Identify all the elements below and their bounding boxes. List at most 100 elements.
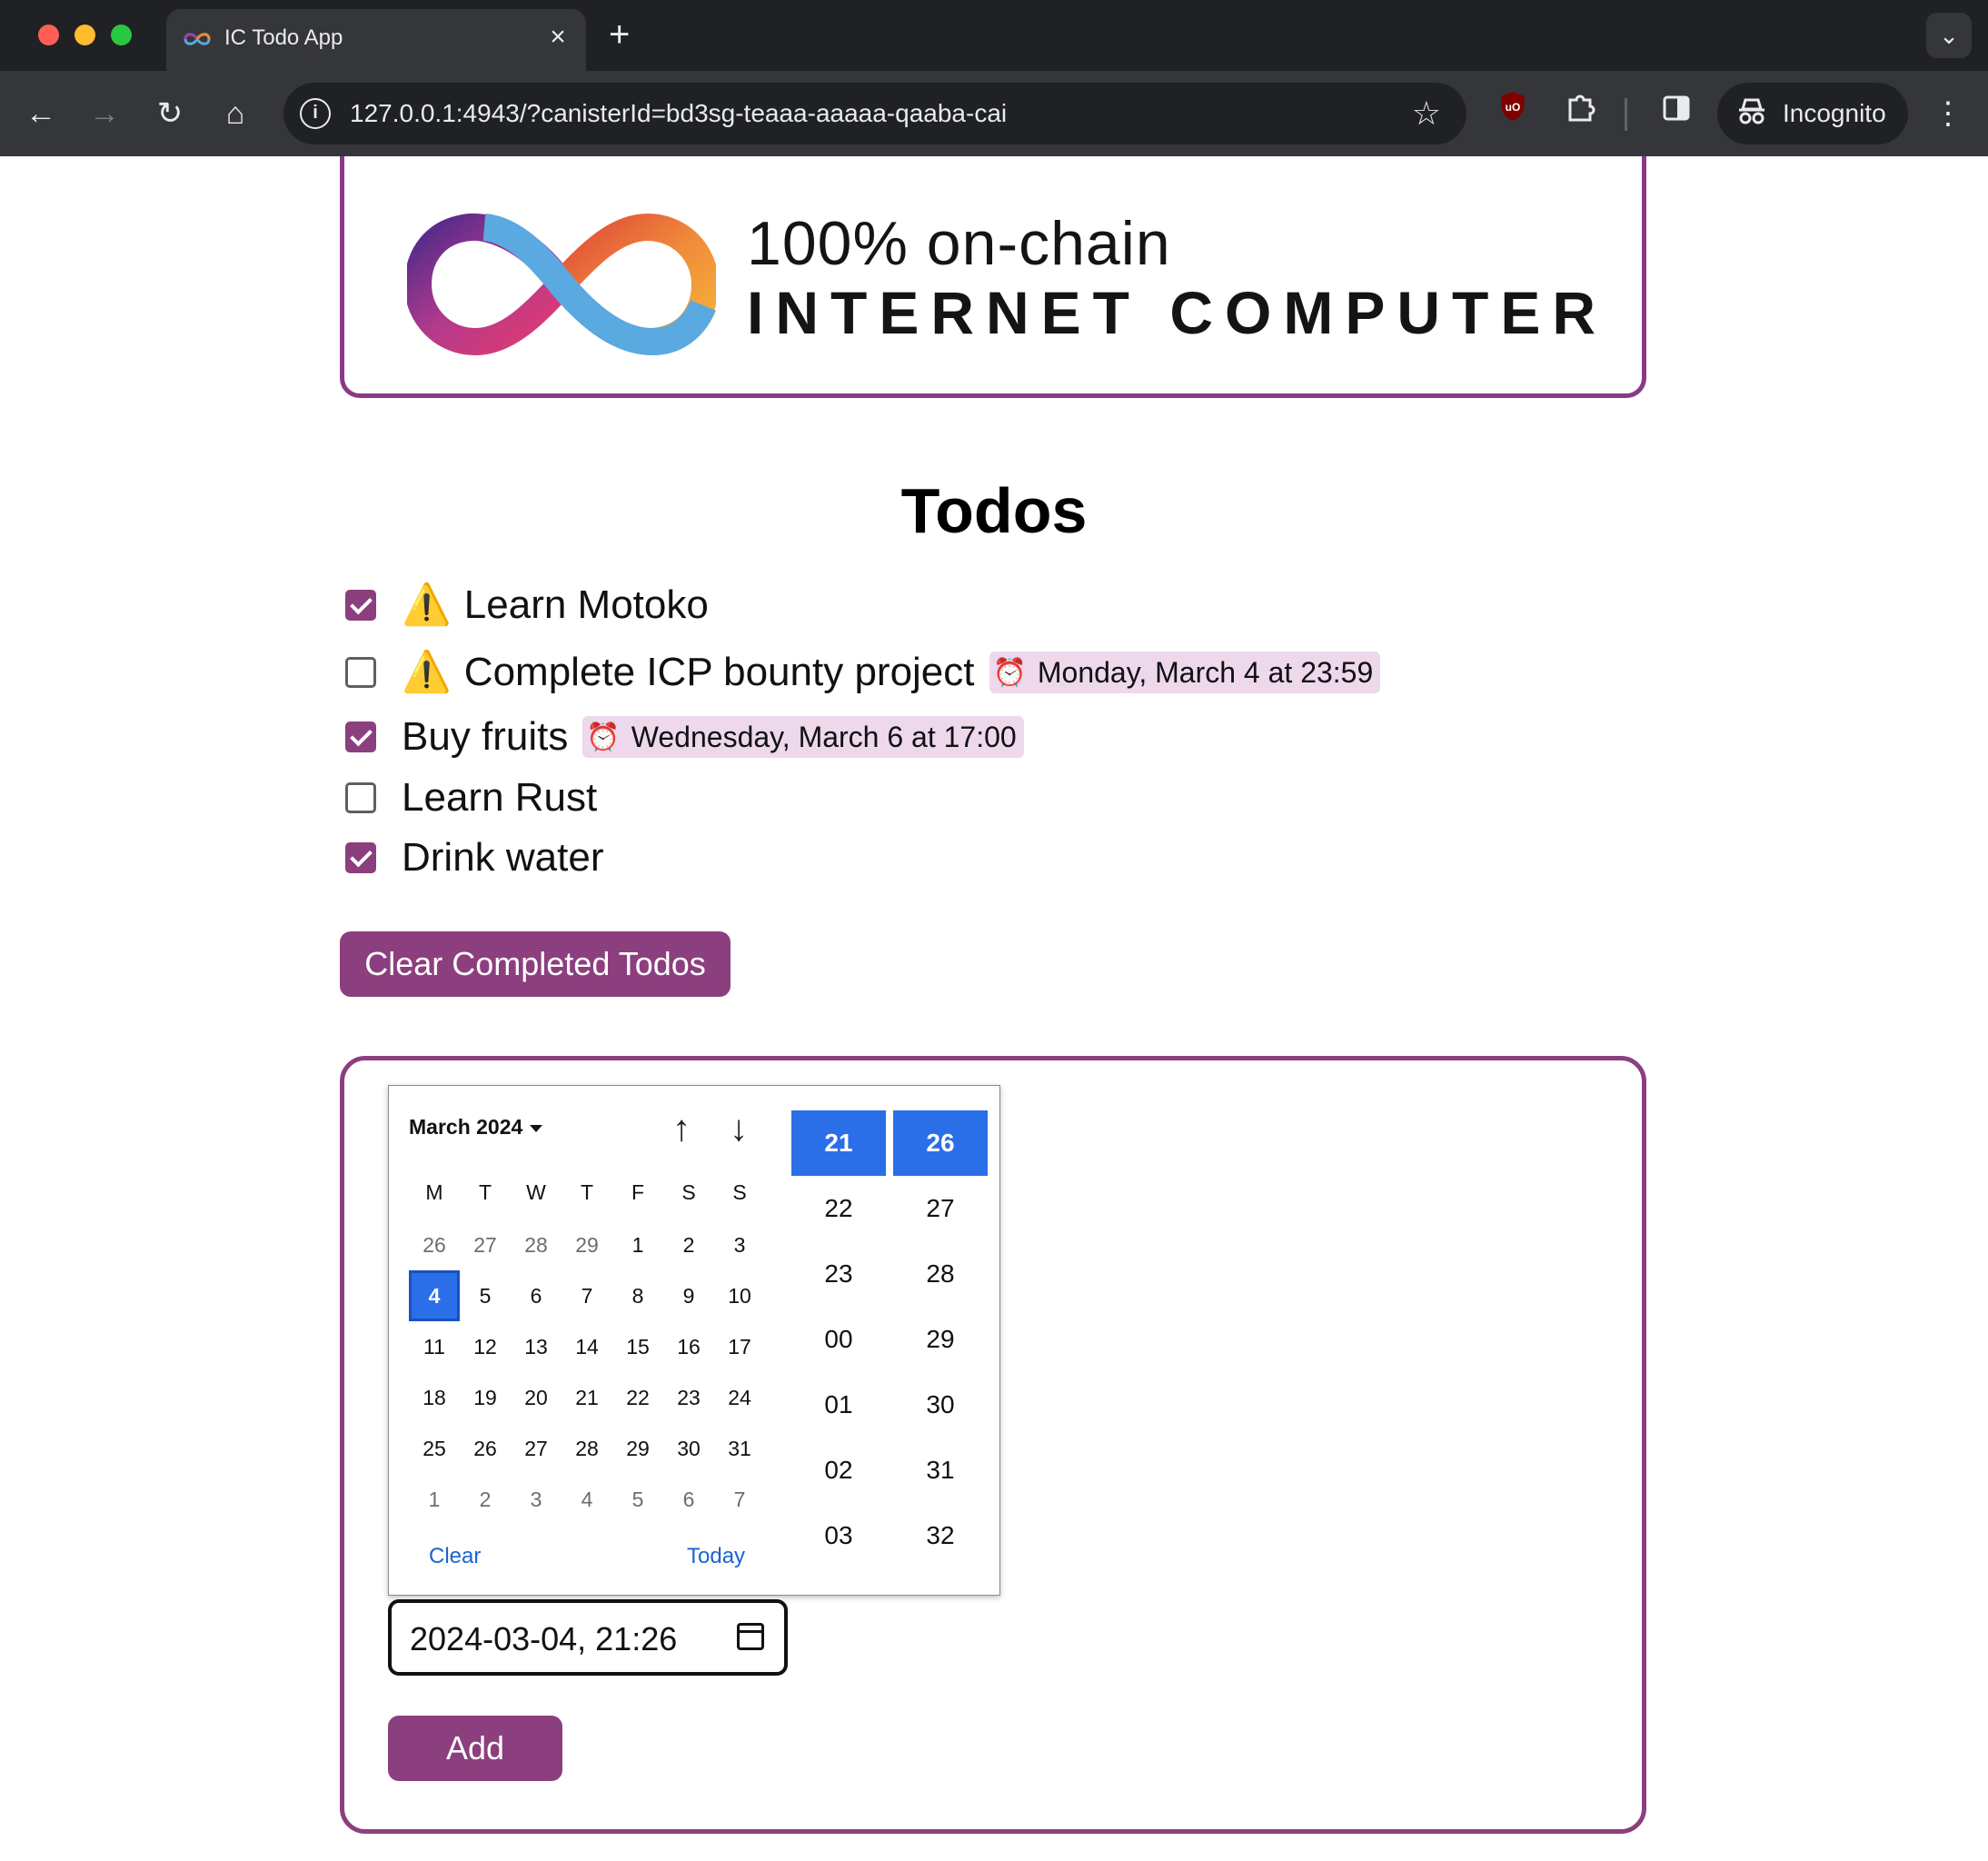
calendar-day[interactable]: 2	[460, 1474, 511, 1525]
extensions-puzzle-icon[interactable]	[1557, 91, 1603, 136]
calendar-day[interactable]: 6	[511, 1270, 562, 1321]
calendar-day[interactable]: 28	[562, 1423, 612, 1474]
todo-item: Drink water	[345, 832, 604, 883]
calendar-day[interactable]: 18	[409, 1372, 460, 1423]
calendar-icon[interactable]	[737, 1623, 764, 1650]
calendar-day[interactable]: 22	[612, 1372, 663, 1423]
calendar-day[interactable]: 20	[511, 1372, 562, 1423]
calendar-day[interactable]: 5	[612, 1474, 663, 1525]
calendar-day[interactable]: 4	[409, 1270, 460, 1321]
ublock-extension-icon[interactable]: uO	[1490, 91, 1536, 136]
forward-icon[interactable]: →	[82, 91, 127, 136]
datetime-value[interactable]: 2024-03-04, 21:26	[410, 1621, 677, 1657]
calendar-day[interactable]: 25	[409, 1423, 460, 1474]
hour-option[interactable]: 01	[791, 1372, 886, 1438]
back-icon[interactable]: ←	[18, 91, 64, 136]
due-datetime-input[interactable]: 2024-03-04, 21:26	[388, 1599, 788, 1676]
minute-option[interactable]: 30	[893, 1372, 988, 1438]
bookmark-star-icon[interactable]: ☆	[1412, 94, 1441, 134]
tab-close-icon[interactable]: ×	[542, 21, 573, 54]
calendar-day[interactable]: 27	[460, 1219, 511, 1270]
calendar-day[interactable]: 10	[714, 1270, 765, 1321]
new-tab-button[interactable]: +	[609, 13, 630, 56]
calendar-day[interactable]: 19	[460, 1372, 511, 1423]
todo-checkbox[interactable]	[345, 657, 376, 688]
calendar-day[interactable]: 26	[409, 1219, 460, 1270]
reload-icon[interactable]: ↻	[147, 91, 193, 136]
site-info-icon[interactable]: i	[300, 98, 331, 129]
banner-tagline: 100% on-chain	[747, 209, 1171, 278]
calendar-day[interactable]: 23	[663, 1372, 714, 1423]
calendar-day[interactable]: 21	[562, 1372, 612, 1423]
calendar-day[interactable]: 29	[562, 1219, 612, 1270]
calendar-day[interactable]: 28	[511, 1219, 562, 1270]
hour-option[interactable]: 23	[791, 1241, 886, 1307]
calendar-day[interactable]: 14	[562, 1321, 612, 1372]
calendar-day[interactable]: 7	[562, 1270, 612, 1321]
todo-checkbox[interactable]	[345, 782, 376, 813]
todo-item: Buy fruits ⏰ Wednesday, March 6 at 17:00	[345, 712, 1024, 762]
due-date-badge: ⏰ Monday, March 4 at 23:59	[989, 652, 1381, 693]
previous-month-arrow-icon[interactable]: ↑	[663, 1106, 700, 1151]
calendar-day[interactable]: 30	[663, 1423, 714, 1474]
calendar-day[interactable]: 4	[562, 1474, 612, 1525]
maximize-window-button[interactable]	[111, 25, 132, 45]
calendar-day[interactable]: 26	[460, 1423, 511, 1474]
minimize-window-button[interactable]	[75, 25, 95, 45]
calendar-day[interactable]: 27	[511, 1423, 562, 1474]
todo-checkbox[interactable]	[345, 590, 376, 621]
home-icon[interactable]: ⌂	[213, 91, 258, 136]
calendar-day[interactable]: 11	[409, 1321, 460, 1372]
calendar-day[interactable]: 16	[663, 1321, 714, 1372]
calendar-day[interactable]: 6	[663, 1474, 714, 1525]
hour-option[interactable]: 02	[791, 1438, 886, 1503]
toolbar-separator	[1625, 98, 1627, 131]
date-time-picker: March 2024 ↑ ↓ MTWTFSS 26 27 28 29 1 2 3 4 5 6 7 8 9…	[388, 1085, 1000, 1596]
calendar-day[interactable]: 29	[612, 1423, 663, 1474]
hour-option[interactable]: 22	[791, 1176, 886, 1241]
picker-today-link[interactable]: Today	[687, 1544, 745, 1569]
calendar-day[interactable]: 31	[714, 1423, 765, 1474]
calendar-day[interactable]: 3	[511, 1474, 562, 1525]
browser-menu-icon[interactable]: ⋮	[1930, 91, 1966, 136]
address-url[interactable]: 127.0.0.1:4943/?canisterId=bd3sg-teaaa-a…	[350, 97, 1007, 130]
calendar-day[interactable]: 2	[663, 1219, 714, 1270]
minute-option[interactable]: 26	[893, 1110, 988, 1176]
hour-option[interactable]: 03	[791, 1503, 886, 1568]
minute-option[interactable]: 31	[893, 1438, 988, 1503]
calendar-day[interactable]: 13	[511, 1321, 562, 1372]
hour-option[interactable]: 21	[791, 1110, 886, 1176]
minute-option[interactable]: 27	[893, 1176, 988, 1241]
close-window-button[interactable]	[38, 25, 59, 45]
browser-toolbar: ← → ↻ ⌂ i 127.0.0.1:4943/?canisterId=bd3…	[0, 71, 1988, 156]
month-year-selector[interactable]: March 2024	[409, 1115, 543, 1139]
browser-tab[interactable]: IC Todo App ×	[166, 9, 586, 71]
picker-clear-link[interactable]: Clear	[429, 1544, 481, 1569]
calendar-day[interactable]: 8	[612, 1270, 663, 1321]
calendar-day[interactable]: 5	[460, 1270, 511, 1321]
calendar-day[interactable]: 1	[409, 1474, 460, 1525]
calendar-day[interactable]: 24	[714, 1372, 765, 1423]
tab-search-button[interactable]: ⌄	[1926, 13, 1972, 58]
todo-checkbox[interactable]	[345, 842, 376, 873]
calendar-day[interactable]: 7	[714, 1474, 765, 1525]
add-todo-button[interactable]: Add	[388, 1716, 562, 1781]
alarm-clock-icon: ⏰	[586, 722, 621, 752]
clear-completed-button[interactable]: Clear Completed Todos	[340, 931, 731, 997]
minute-option[interactable]: 28	[893, 1241, 988, 1307]
next-month-arrow-icon[interactable]: ↓	[721, 1106, 757, 1151]
minute-option[interactable]: 32	[893, 1503, 988, 1568]
minute-option[interactable]: 29	[893, 1307, 988, 1372]
calendar-day[interactable]: 12	[460, 1321, 511, 1372]
address-bar[interactable]: i 127.0.0.1:4943/?canisterId=bd3sg-teaaa…	[283, 83, 1466, 144]
hour-option[interactable]: 00	[791, 1307, 886, 1372]
calendar-day[interactable]: 3	[714, 1219, 765, 1270]
calendar-day[interactable]: 17	[714, 1321, 765, 1372]
calendar-day[interactable]: 15	[612, 1321, 663, 1372]
calendar-day[interactable]: 9	[663, 1270, 714, 1321]
internet-computer-logo	[407, 213, 716, 356]
todo-checkbox[interactable]	[345, 722, 376, 752]
incognito-indicator[interactable]: Incognito	[1717, 83, 1908, 144]
side-panel-icon[interactable]	[1654, 91, 1699, 136]
calendar-day[interactable]: 1	[612, 1219, 663, 1270]
